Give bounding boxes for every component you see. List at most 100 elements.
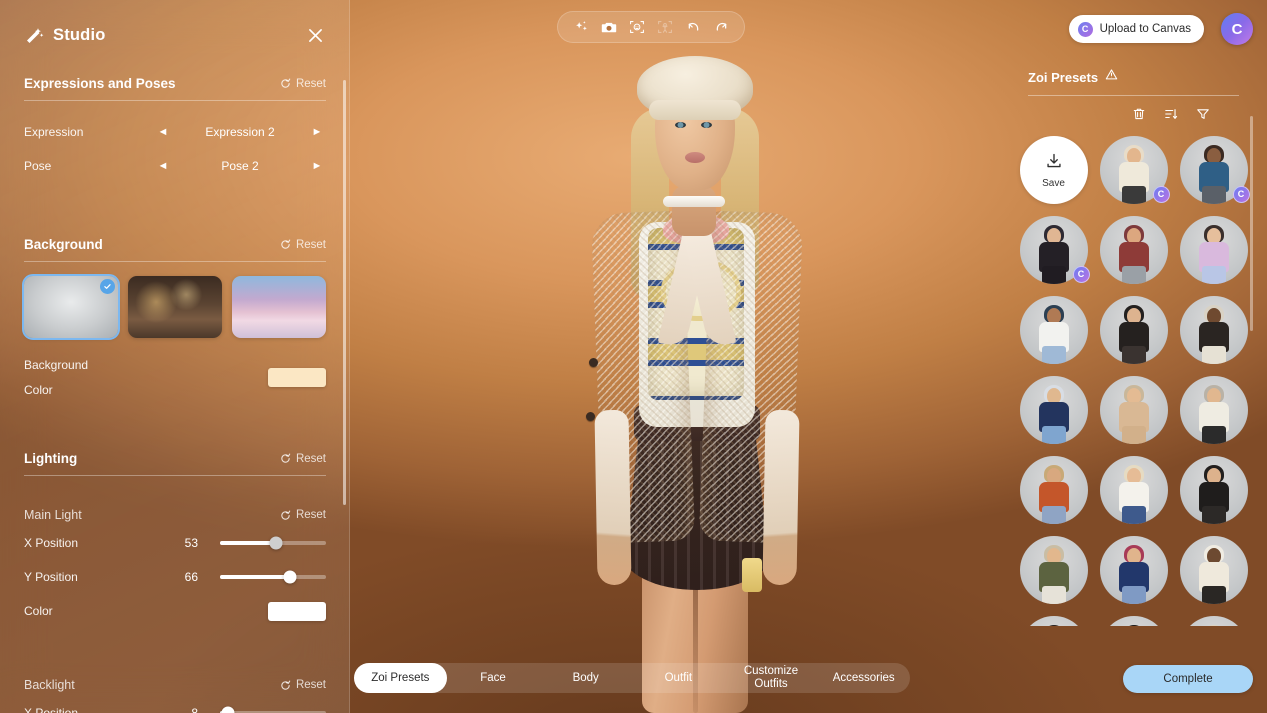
tab-body[interactable]: Body bbox=[539, 663, 632, 693]
preset-black-sweater bbox=[1179, 456, 1248, 524]
section-background: Background Reset bbox=[24, 223, 326, 262]
save-preset-cell[interactable]: Save bbox=[1019, 136, 1088, 204]
camera-icon[interactable] bbox=[596, 14, 622, 40]
magic-sparkle-icon[interactable] bbox=[568, 14, 594, 40]
pose-stepper: ◄ Pose 2 ► bbox=[154, 159, 326, 173]
filter-icon[interactable] bbox=[1195, 106, 1211, 122]
redo-icon[interactable] bbox=[708, 14, 734, 40]
preset-item[interactable] bbox=[1019, 456, 1088, 524]
reset-backlight-button[interactable]: Reset bbox=[280, 679, 326, 691]
preset-item[interactable] bbox=[1019, 376, 1088, 444]
face-focus-icon[interactable] bbox=[624, 14, 650, 40]
avatar-preview[interactable] bbox=[350, 0, 1022, 713]
presets-header: Zoi Presets bbox=[1028, 56, 1239, 96]
preset-thumbnail bbox=[1100, 296, 1168, 364]
background-thumb-pastel-sky[interactable] bbox=[232, 276, 326, 338]
preset-thumbnail bbox=[1100, 616, 1168, 626]
reset-label: Reset bbox=[295, 452, 326, 465]
expression-prev-button[interactable]: ◄ bbox=[154, 126, 172, 138]
preset-thumbnail bbox=[1100, 456, 1168, 524]
studio-panel-scrollbar[interactable] bbox=[343, 80, 346, 505]
preset-item[interactable] bbox=[1099, 216, 1168, 284]
tab-face[interactable]: Face bbox=[447, 663, 540, 693]
preset-item[interactable] bbox=[1179, 296, 1248, 364]
preset-item[interactable] bbox=[1179, 616, 1248, 626]
upload-to-canvas-button[interactable]: C Upload to Canvas bbox=[1068, 15, 1204, 43]
background-color-label: Background Color bbox=[24, 358, 88, 397]
pose-prev-button[interactable]: ◄ bbox=[154, 160, 172, 172]
avatar-arm-right bbox=[762, 409, 800, 586]
preset-item[interactable] bbox=[1099, 376, 1168, 444]
save-preset-label: Save bbox=[1042, 177, 1065, 189]
reset-lighting-button[interactable]: Reset bbox=[280, 453, 326, 465]
preset-item[interactable] bbox=[1179, 536, 1248, 604]
preset-item[interactable]: C bbox=[1099, 136, 1170, 204]
tab-outfit[interactable]: Outfit bbox=[632, 663, 725, 693]
backlight-x-position-row: X Position 8 bbox=[24, 696, 326, 713]
complete-button[interactable]: Complete bbox=[1123, 665, 1253, 693]
save-preset-button[interactable]: Save bbox=[1019, 136, 1088, 204]
preset-item[interactable] bbox=[1019, 616, 1088, 626]
preset-item[interactable] bbox=[1179, 216, 1248, 284]
tab-label: Body bbox=[572, 671, 599, 684]
download-icon bbox=[1045, 152, 1063, 175]
background-thumb-warm-room[interactable] bbox=[128, 276, 222, 338]
reset-icon bbox=[281, 453, 291, 463]
preset-bomber-blue bbox=[1099, 536, 1168, 604]
preset-item[interactable] bbox=[1099, 296, 1168, 364]
presets-grid: Save C C C bbox=[1000, 136, 1267, 626]
avatar-blazer-button-2 bbox=[586, 412, 595, 421]
reset-main-light-button[interactable]: Reset bbox=[280, 509, 326, 521]
reset-icon bbox=[281, 78, 291, 88]
avatar-bag bbox=[742, 558, 762, 592]
background-color-swatch[interactable] bbox=[268, 368, 326, 387]
subsection-backlight: Backlight Reset bbox=[24, 668, 326, 696]
sort-icon[interactable] bbox=[1163, 106, 1179, 122]
upload-to-canvas-label: Upload to Canvas bbox=[1099, 23, 1191, 35]
expression-next-button[interactable]: ► bbox=[308, 126, 326, 138]
account-avatar-glyph: C bbox=[1231, 20, 1243, 38]
preset-item[interactable] bbox=[1179, 376, 1248, 444]
main-light-x-slider[interactable] bbox=[220, 536, 326, 550]
delete-icon[interactable] bbox=[1131, 106, 1147, 122]
reset-icon bbox=[281, 239, 291, 249]
main-light-color-swatch[interactable] bbox=[268, 601, 326, 621]
preset-item[interactable]: C bbox=[1019, 216, 1090, 284]
preset-item[interactable] bbox=[1099, 536, 1168, 604]
avatar-mouth bbox=[685, 152, 705, 163]
main-light-y-slider[interactable] bbox=[220, 570, 326, 584]
preset-thumbnail bbox=[1020, 456, 1088, 524]
magic-wand-icon bbox=[24, 25, 44, 45]
preset-item[interactable]: C bbox=[1179, 136, 1250, 204]
reset-icon bbox=[281, 510, 291, 520]
close-icon[interactable] bbox=[302, 22, 328, 48]
undo-icon[interactable] bbox=[680, 14, 706, 40]
expression-label: Expression bbox=[24, 125, 84, 139]
preset-thumbnail bbox=[1020, 296, 1088, 364]
preset-item[interactable] bbox=[1099, 616, 1168, 626]
preset-thumbnail bbox=[1180, 296, 1248, 364]
reset-expressions-button[interactable]: Reset bbox=[280, 78, 326, 90]
tab-customize-outfits[interactable]: Customize Outfits bbox=[725, 663, 818, 693]
preset-orange-shirt bbox=[1019, 456, 1088, 524]
expression-value: Expression 2 bbox=[205, 125, 275, 139]
preset-thumbnail bbox=[1020, 536, 1088, 604]
account-avatar[interactable]: C bbox=[1221, 13, 1253, 45]
background-thumb-studio-gray[interactable] bbox=[22, 274, 120, 340]
preset-item[interactable] bbox=[1179, 456, 1248, 524]
tab-zoi-presets[interactable]: Zoi Presets bbox=[354, 663, 447, 693]
preset-item[interactable] bbox=[1019, 296, 1088, 364]
preset-item[interactable] bbox=[1019, 536, 1088, 604]
presets-scrollbar[interactable] bbox=[1250, 116, 1253, 331]
pose-next-button[interactable]: ► bbox=[308, 160, 326, 172]
editor-tabbar: Zoi Presets Face Body Outfit Customize Outfit… bbox=[354, 663, 910, 693]
preset-red-varsity bbox=[1099, 216, 1168, 284]
expression-stepper: ◄ Expression 2 ► bbox=[154, 125, 326, 139]
tab-accessories[interactable]: Accessories bbox=[817, 663, 910, 693]
avatar-eye-right bbox=[701, 122, 712, 128]
preset-item[interactable] bbox=[1099, 456, 1168, 524]
expression-row: Expression ◄ Expression 2 ► bbox=[24, 115, 326, 149]
reset-background-button[interactable]: Reset bbox=[280, 239, 326, 251]
preset-brand-badge: C bbox=[1152, 186, 1170, 203]
zoi-presets-panel: Zoi Presets Save C C C bbox=[1000, 56, 1267, 657]
